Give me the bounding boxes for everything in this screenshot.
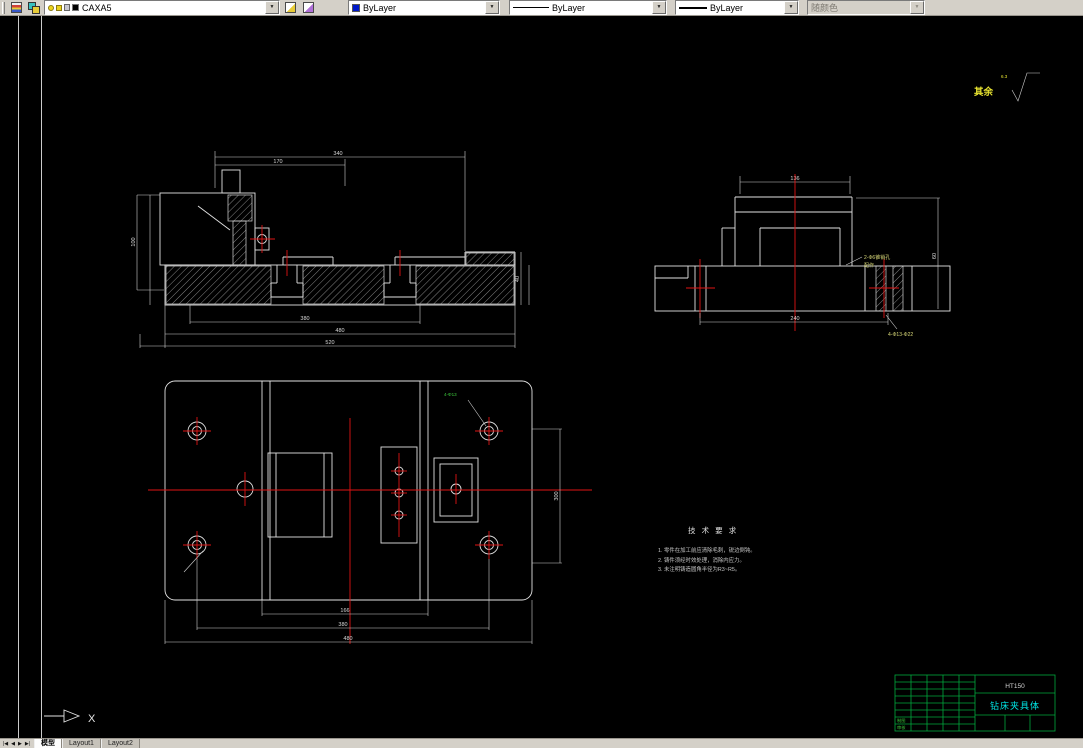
tech-note-1: 1. 零件在加工前应清除毛刺，锐边倒钝。 xyxy=(658,546,756,554)
layer-dropdown[interactable]: CAXA5 ▼ xyxy=(44,0,280,15)
lineweight-current-value: ByLayer xyxy=(710,2,744,13)
tech-note-2: 2. 铸件须经时效处理，消除内应力。 xyxy=(658,556,745,564)
material-value: HT150 xyxy=(1005,683,1025,690)
dimension-text: 340 xyxy=(333,151,342,157)
leader-note: 2-Φ6锥销孔 xyxy=(864,254,890,261)
lineweight-dropdown[interactable]: ByLayer ▼ xyxy=(675,0,799,15)
layer-states-button[interactable] xyxy=(26,0,42,15)
tab-navigation: |◀ ◀ ▶ ▶| xyxy=(0,740,34,748)
cad-application-window: CAXA5 ▼ ByLayer ▼ ByLayer ▼ ByLayer ▼ 随颜… xyxy=(0,0,1083,748)
dropdown-arrow-icon[interactable]: ▼ xyxy=(485,1,499,14)
dropdown-arrow-icon[interactable]: ▼ xyxy=(784,1,798,14)
ucs-icon: X xyxy=(44,709,96,725)
layer-on-icon[interactable] xyxy=(48,4,54,11)
dimension-text: 170 xyxy=(273,159,282,165)
layer-previous-button[interactable] xyxy=(300,0,316,15)
last-tab-button[interactable]: ▶| xyxy=(24,740,31,748)
layer-lock-icon[interactable] xyxy=(64,4,70,11)
layout-tabbar: |◀ ◀ ▶ ▶| 模型 Layout1 Layout2 xyxy=(0,738,1083,748)
linetype-dropdown[interactable]: ByLayer ▼ xyxy=(509,0,667,15)
leader-note: 4-Φ13-Φ22 xyxy=(888,332,913,338)
drawing-canvas[interactable]: 其余 6.3 340 170 100 40 380 480 520 136 60… xyxy=(0,16,1083,738)
plot-style-dropdown: 随颜色 ▼ xyxy=(807,0,925,15)
front-section-view: 340 170 100 40 380 480 520 xyxy=(131,151,530,348)
dimension-text: 300 xyxy=(554,491,560,500)
layers-dialog-button[interactable] xyxy=(8,0,24,15)
dimension-text: 480 xyxy=(343,636,352,642)
dropdown-arrow-icon: ▼ xyxy=(910,1,924,14)
dimension-text: 380 xyxy=(338,622,347,628)
tech-requirements-title: 技 术 要 求 xyxy=(688,525,738,535)
linetype-current-value: ByLayer xyxy=(552,2,586,13)
tech-note-3: 3. 未注明铸造圆角半径为R3~R5。 xyxy=(658,565,740,573)
layer-color-swatch xyxy=(72,4,79,11)
leader-note: 4-Φ13 xyxy=(444,392,457,397)
surface-finish-note: 其余 6.3 xyxy=(974,72,1040,102)
side-view: 136 60 240 2-Φ6锥销孔 配作 4-Φ13-Φ22 xyxy=(654,174,951,338)
dimension-text: 40 xyxy=(515,276,521,282)
title-block: HT150 钻床夹具体 制图 审核 xyxy=(894,674,1056,732)
dimension-text: 240 xyxy=(790,316,799,322)
layer-current-value: CAXA5 xyxy=(82,2,112,13)
dimension-text: 380 xyxy=(300,316,309,322)
color-dropdown[interactable]: ByLayer ▼ xyxy=(348,0,500,15)
linetype-sample-icon xyxy=(513,7,549,8)
part-name: 钻床夹具体 xyxy=(990,700,1040,711)
title-block-row-label: 审核 xyxy=(897,724,906,731)
dimension-text: 166 xyxy=(340,608,349,614)
plot-style-current-value: 随颜色 xyxy=(811,3,839,13)
layer-previous-icon xyxy=(302,2,314,13)
lineweight-sample-icon xyxy=(679,6,707,9)
sheet-border xyxy=(18,16,42,738)
dimension-text: 480 xyxy=(335,328,344,334)
surface-roughness-value: 6.3 xyxy=(1001,74,1008,79)
current-color-swatch xyxy=(352,3,360,12)
color-current-value: ByLayer xyxy=(363,2,397,13)
next-tab-button[interactable]: ▶ xyxy=(17,740,23,748)
tab-model[interactable]: 模型 xyxy=(34,738,63,748)
leader-note: 配作 xyxy=(864,262,874,269)
toolbar-grip[interactable] xyxy=(2,1,5,14)
dropdown-arrow-icon[interactable]: ▼ xyxy=(265,1,279,14)
layer-states-icon xyxy=(28,1,40,14)
make-object-layer-current-icon xyxy=(284,2,296,13)
object-properties-toolbar: CAXA5 ▼ ByLayer ▼ ByLayer ▼ ByLayer ▼ 随颜… xyxy=(0,0,1083,16)
ucs-x-label: X xyxy=(88,713,96,725)
title-block-row-label: 制图 xyxy=(897,717,905,724)
first-tab-button[interactable]: |◀ xyxy=(2,740,9,748)
prev-tab-button[interactable]: ◀ xyxy=(10,740,16,748)
tab-layout1[interactable]: Layout1 xyxy=(62,738,101,748)
tab-layout2[interactable]: Layout2 xyxy=(100,738,140,748)
technical-requirements: 技 术 要 求 1. 零件在加工前应清除毛刺，锐边倒钝。 2. 铸件须经时效处理… xyxy=(658,525,756,573)
plan-view: 300 4-Φ13 166 380 480 xyxy=(148,380,592,644)
surface-note-label: 其余 xyxy=(974,86,994,98)
dimension-text: 520 xyxy=(325,340,334,346)
layer-status-icons xyxy=(48,4,79,11)
drawing-svg: 其余 6.3 340 170 100 40 380 480 520 136 60… xyxy=(18,16,1056,738)
layer-thaw-icon[interactable] xyxy=(56,4,62,11)
dropdown-arrow-icon[interactable]: ▼ xyxy=(652,1,666,14)
make-object-layer-current-button[interactable] xyxy=(282,0,298,15)
ucs-x-arrow-icon xyxy=(63,709,81,723)
dimension-text: 60 xyxy=(932,253,938,259)
layers-icon xyxy=(10,2,22,13)
surface-finish-icon xyxy=(1011,72,1040,102)
dimension-text: 100 xyxy=(131,237,137,246)
